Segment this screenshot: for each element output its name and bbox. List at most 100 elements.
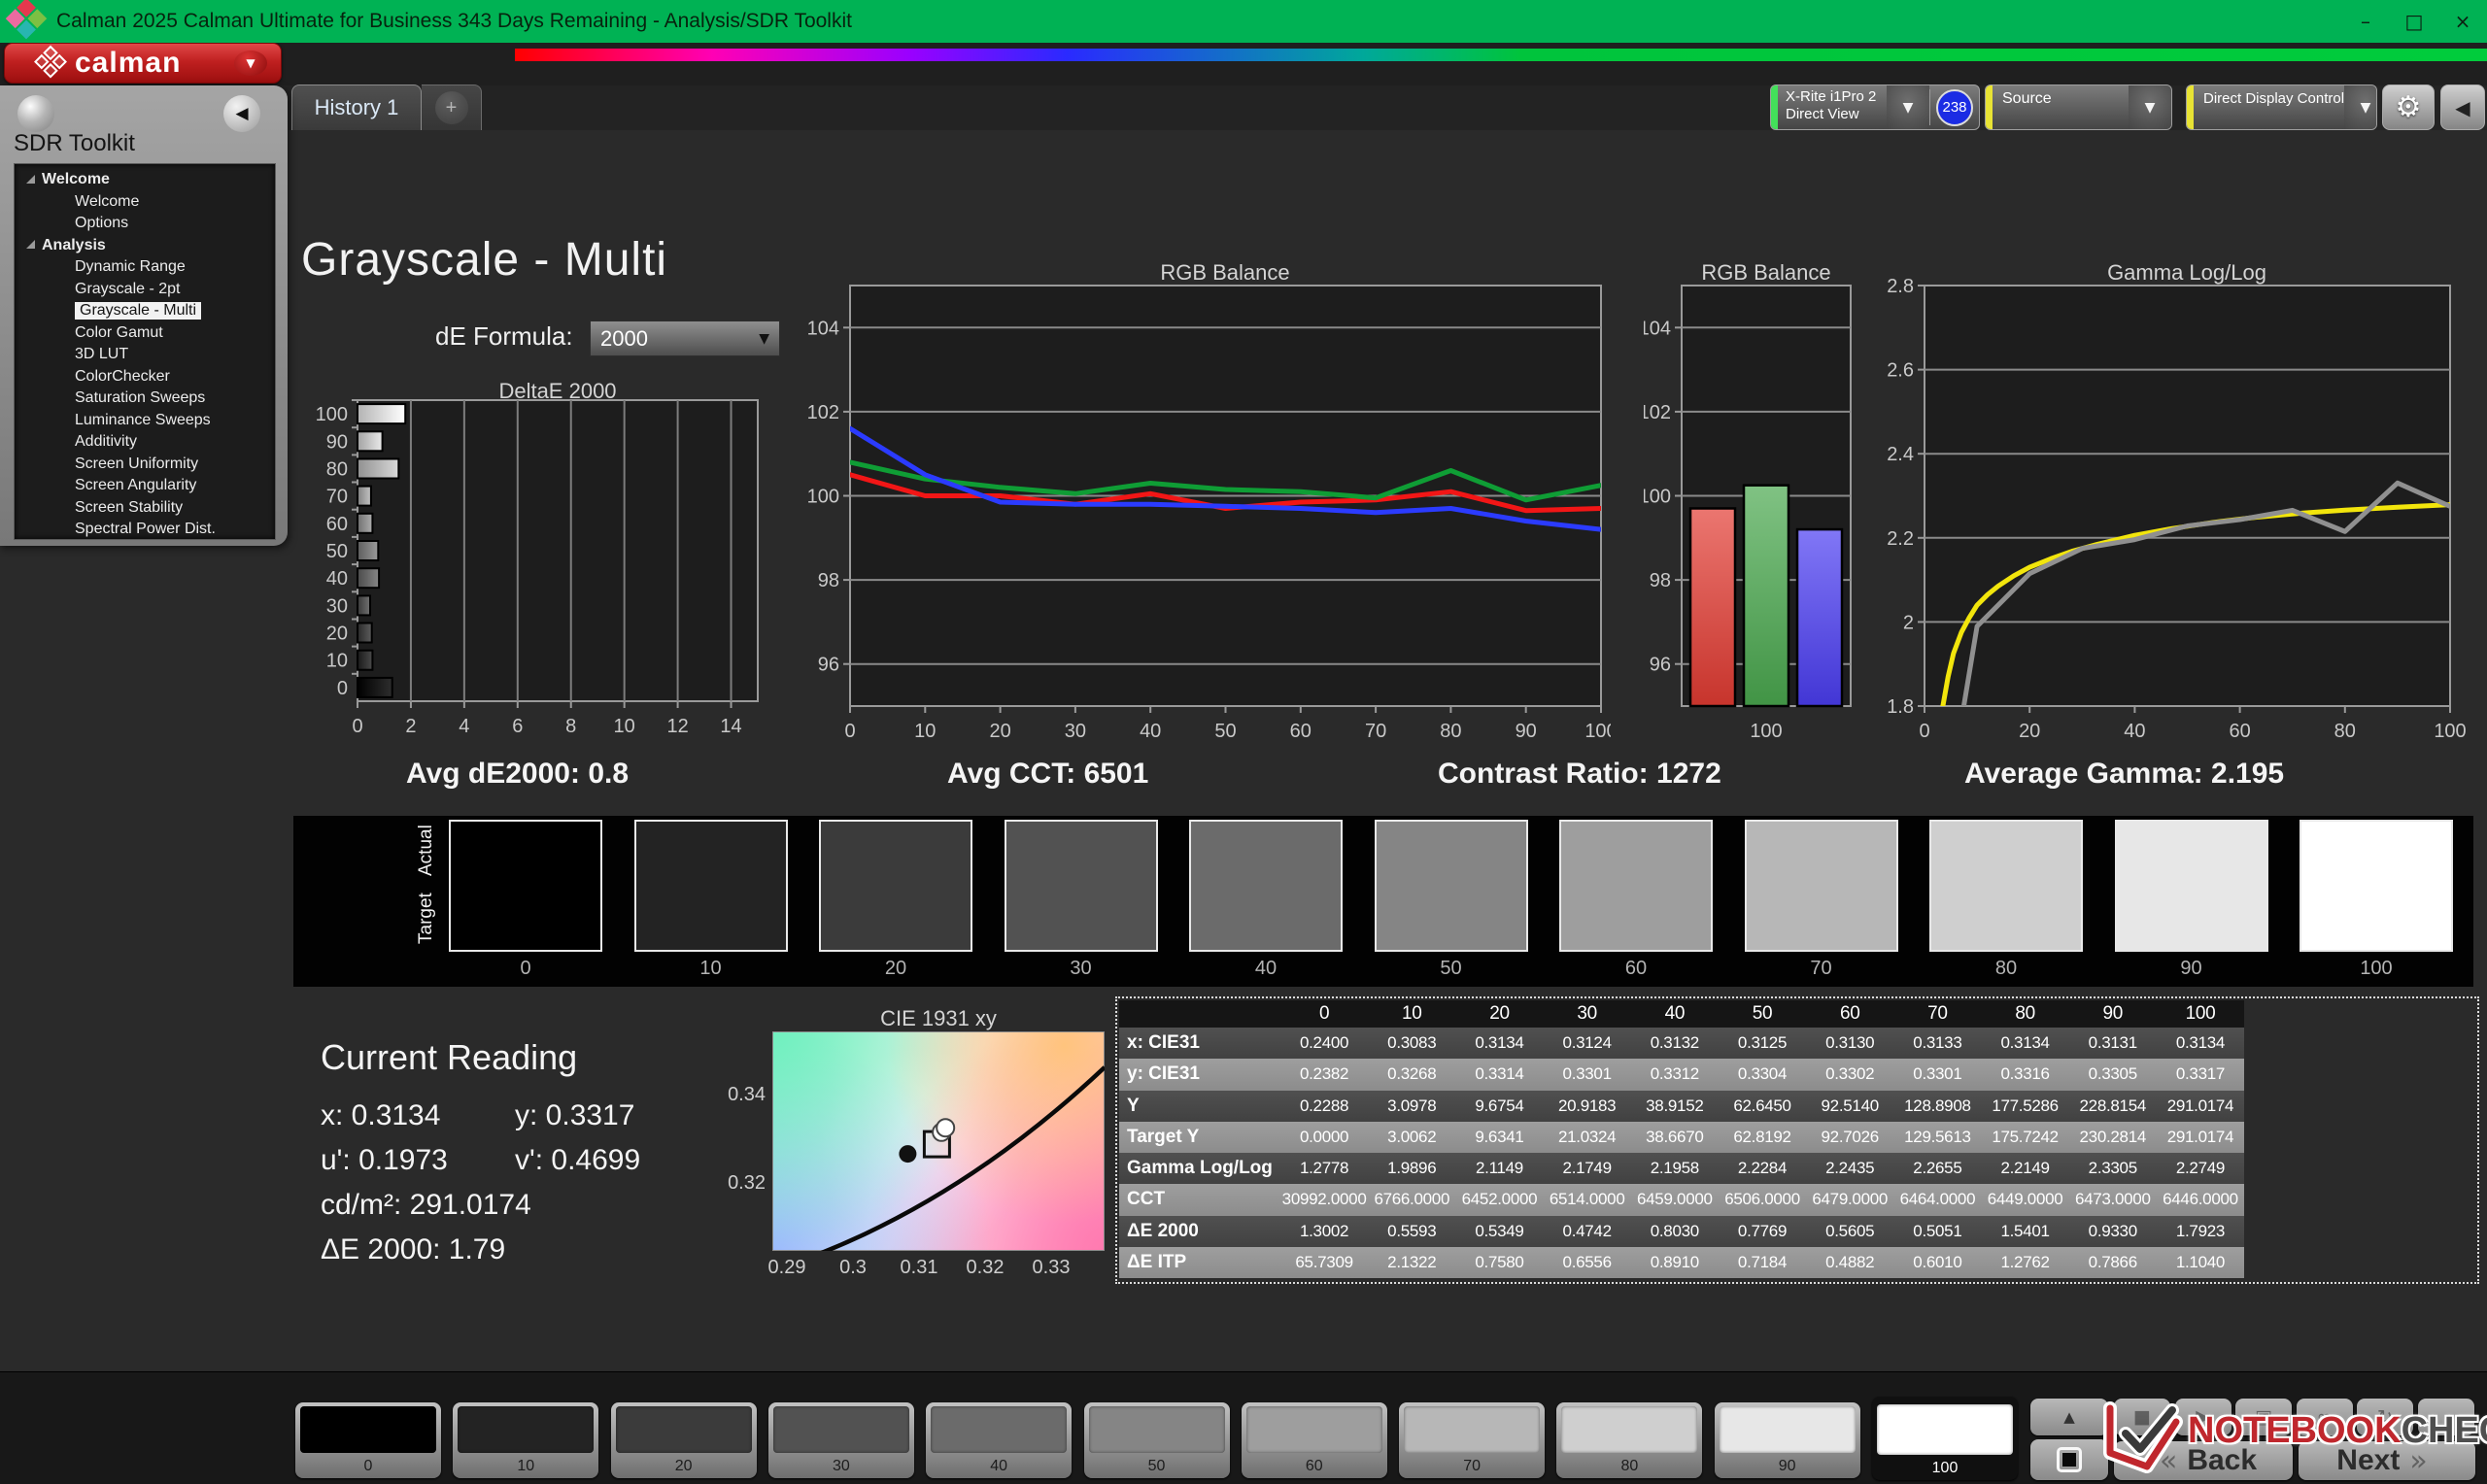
sidebar-item-colorchecker[interactable]: ColorChecker bbox=[15, 366, 275, 388]
calman-app-icon bbox=[3, 0, 50, 45]
tree-group-welcome[interactable]: Welcome bbox=[15, 169, 275, 191]
calman-menu-arrow-icon[interactable]: ▼ bbox=[234, 51, 267, 76]
pattern-level-20-button[interactable]: 20 bbox=[611, 1402, 757, 1478]
window-title: Calman 2025 Calman Ultimate for Business… bbox=[56, 10, 852, 33]
strip-swatch-label-90: 90 bbox=[2115, 958, 2268, 980]
pattern-window-button[interactable] bbox=[2030, 1439, 2108, 1480]
sidebar-item-3d-lut[interactable]: 3D LUT bbox=[15, 344, 275, 366]
sidebar-sphere-button[interactable] bbox=[17, 95, 54, 132]
cell: 0.3131 bbox=[2069, 1028, 2157, 1059]
sidebar-collapse-button[interactable]: ◀ bbox=[223, 95, 260, 132]
sidebar-item-options[interactable]: Options bbox=[15, 213, 275, 235]
play-button[interactable]: ▶ bbox=[2175, 1399, 2231, 1435]
tab-history-1[interactable]: History 1 bbox=[291, 84, 422, 130]
svg-text:50: 50 bbox=[1214, 721, 1236, 742]
cell: 62.6450 bbox=[1719, 1091, 1806, 1122]
sidebar-item-screen-stability[interactable]: Screen Stability bbox=[15, 497, 275, 520]
cell: 92.5140 bbox=[1806, 1091, 1893, 1122]
pattern-level-0-button[interactable]: 0 bbox=[295, 1402, 441, 1478]
source-dropdown-arrow-icon[interactable]: ▼ bbox=[2129, 85, 2171, 129]
de-formula-dropdown[interactable]: 2000▼ bbox=[590, 320, 780, 356]
sidebar-item-screen-angularity[interactable]: Screen Angularity bbox=[15, 475, 275, 497]
svg-text:0: 0 bbox=[337, 678, 348, 699]
strip-swatch-90 bbox=[2115, 820, 2268, 952]
toolbar-collapse-button[interactable]: ◀ bbox=[2440, 84, 2485, 130]
sidebar-item-luminance-sweeps[interactable]: Luminance Sweeps bbox=[15, 410, 275, 432]
sidebar-item-dynamic-range[interactable]: Dynamic Range bbox=[15, 256, 275, 279]
cell: 6479.0000 bbox=[1806, 1184, 1893, 1215]
table-row-7: ΔE ITP65.73092.13220.75800.65560.89100.7… bbox=[1119, 1247, 2244, 1278]
display-control-arrow-icon[interactable]: ▼ bbox=[2344, 85, 2377, 129]
pattern-level-50-button[interactable]: 50 bbox=[1084, 1402, 1230, 1478]
settings-button[interactable]: ⚙ bbox=[2382, 84, 2435, 130]
cell: 0.2400 bbox=[1280, 1028, 1368, 1059]
display-control-dropdown[interactable]: Direct Display Control ▼ bbox=[2186, 84, 2377, 130]
sidebar-item-additivity[interactable]: Additivity bbox=[15, 431, 275, 454]
pattern-level-40-button[interactable]: 40 bbox=[926, 1402, 1072, 1478]
table-row-1: y: CIE310.23820.32680.33140.33010.33120.… bbox=[1119, 1059, 2244, 1090]
strip-swatch-label-100: 100 bbox=[2300, 958, 2453, 980]
pattern-level-90-button[interactable]: 90 bbox=[1715, 1402, 1860, 1478]
pattern-level-70-button[interactable]: 70 bbox=[1399, 1402, 1545, 1478]
workflow-tree: WelcomeWelcomeOptionsAnalysisDynamic Ran… bbox=[14, 163, 276, 540]
sidebar-item-saturation-sweeps[interactable]: Saturation Sweeps bbox=[15, 388, 275, 410]
pattern-level-30-button[interactable]: 30 bbox=[768, 1402, 914, 1478]
expander-icon[interactable] bbox=[26, 175, 35, 184]
svg-text:100: 100 bbox=[2434, 721, 2466, 742]
cell: 6506.0000 bbox=[1719, 1184, 1806, 1215]
level-chip bbox=[1877, 1404, 2013, 1455]
expander-icon[interactable] bbox=[26, 240, 35, 249]
sidebar-item-screen-uniformity[interactable]: Screen Uniformity bbox=[15, 454, 275, 476]
table-header-40: 40 bbox=[1631, 1000, 1719, 1028]
calman-menu-button[interactable]: calman ▼ bbox=[4, 43, 282, 84]
cell: 2.2749 bbox=[2157, 1153, 2244, 1184]
chevron-right-double-icon: » bbox=[2409, 1444, 2427, 1478]
cell: 0.3316 bbox=[1982, 1059, 2069, 1090]
meter-dropdown-arrow-icon[interactable]: ▼ bbox=[1887, 85, 1929, 129]
refresh-button[interactable]: ↻ bbox=[2357, 1399, 2413, 1435]
cie-chart-title: CIE 1931 xy bbox=[880, 1006, 997, 1031]
meter-dropdown[interactable]: X-Rite i1Pro 2Direct View ▼ 238 bbox=[1770, 84, 1980, 130]
svg-text:100: 100 bbox=[807, 487, 839, 508]
add-tab-button[interactable]: + bbox=[422, 84, 482, 130]
cell: 0.7184 bbox=[1719, 1247, 1806, 1278]
close-button[interactable]: × bbox=[2438, 0, 2487, 43]
more-button[interactable] bbox=[2418, 1399, 2474, 1435]
cell: 2.1322 bbox=[1368, 1247, 1455, 1278]
source-dropdown[interactable]: Source ▼ bbox=[1985, 84, 2172, 130]
strip-swatch-30 bbox=[1005, 820, 1158, 952]
meter-label: X-Rite i1Pro 2Direct View bbox=[1778, 85, 1876, 129]
svg-text:100: 100 bbox=[316, 404, 348, 425]
pattern-up-button[interactable]: ▲ bbox=[2030, 1399, 2108, 1435]
source-status-stripe bbox=[1986, 85, 1993, 129]
back-button[interactable]: « Back bbox=[2114, 1441, 2293, 1480]
pattern-level-60-button[interactable]: 60 bbox=[1242, 1402, 1387, 1478]
sidebar-item-spectral-power-dist-[interactable]: Spectral Power Dist. bbox=[15, 519, 275, 540]
chevron-left-double-icon: « bbox=[2160, 1444, 2177, 1478]
cie-xtick-0.32: 0.32 bbox=[956, 1257, 1014, 1279]
stop-button[interactable]: ■ bbox=[2114, 1399, 2170, 1435]
rgb-balance-bar-chart: 9698100102104100 bbox=[1644, 258, 1877, 749]
next-button[interactable]: Next » bbox=[2299, 1441, 2475, 1480]
minimize-button[interactable]: – bbox=[2341, 0, 2390, 43]
sidebar-item-grayscale-multi[interactable]: Grayscale - Multi bbox=[15, 300, 275, 322]
pattern-level-100-button[interactable]: 100 bbox=[1872, 1397, 2018, 1480]
cell: 6766.0000 bbox=[1368, 1184, 1455, 1215]
maximize-button[interactable]: □ bbox=[2390, 0, 2438, 43]
cell: 2.2655 bbox=[1893, 1153, 1981, 1184]
tree-group-analysis[interactable]: Analysis bbox=[15, 235, 275, 257]
gamma-chart: 1.822.22.42.62.8020406080100 bbox=[1885, 258, 2487, 749]
sidebar-item-welcome[interactable]: Welcome bbox=[15, 191, 275, 214]
meter-count-badge[interactable]: 238 bbox=[1936, 89, 1973, 126]
table-header-100: 100 bbox=[2157, 1000, 2244, 1028]
loop-button[interactable]: ∞ bbox=[2297, 1399, 2353, 1435]
pattern-level-10-button[interactable]: 10 bbox=[453, 1402, 598, 1478]
strip-swatch-80 bbox=[1929, 820, 2083, 952]
pattern-button[interactable]: ▣ bbox=[2235, 1399, 2292, 1435]
pattern-level-80-button[interactable]: 80 bbox=[1556, 1402, 1702, 1478]
svg-text:12: 12 bbox=[666, 716, 688, 737]
cell: 0.8030 bbox=[1631, 1216, 1719, 1247]
sidebar-item-color-gamut[interactable]: Color Gamut bbox=[15, 322, 275, 345]
sidebar-item-grayscale-2pt[interactable]: Grayscale - 2pt bbox=[15, 279, 275, 301]
svg-text:70: 70 bbox=[1365, 721, 1386, 742]
